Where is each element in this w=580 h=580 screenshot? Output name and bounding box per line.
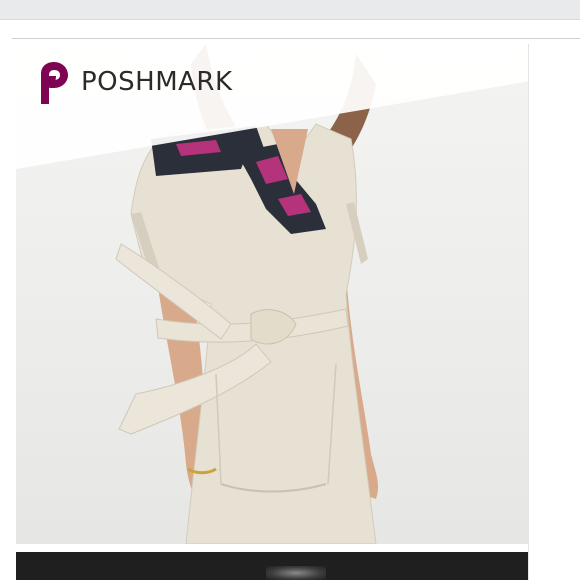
top-divider [12, 38, 580, 39]
browser-top-bar [0, 0, 580, 20]
preview-highlight [266, 566, 326, 580]
right-rule [528, 44, 529, 580]
poshmark-p-icon [41, 62, 68, 104]
next-photo-preview[interactable] [16, 552, 528, 580]
product-photo[interactable]: POSHMARK [16, 44, 528, 544]
brand-name: POSHMARK [81, 67, 233, 97]
poshmark-logo[interactable]: POSHMARK [33, 60, 233, 104]
